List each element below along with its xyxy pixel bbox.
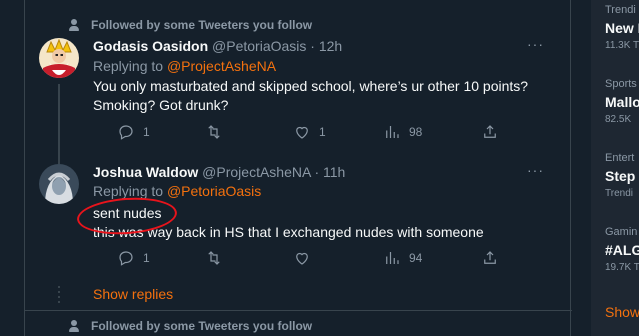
share-button[interactable] bbox=[481, 249, 499, 267]
share-icon bbox=[484, 251, 496, 264]
trends-sidebar: Trendi New I 11.3K T Sports Mallo 82.5K … bbox=[591, 0, 639, 336]
heart-icon bbox=[296, 126, 308, 139]
reply-button[interactable]: 1 bbox=[117, 249, 150, 267]
trend-item[interactable]: Sports Mallo 82.5K bbox=[605, 78, 639, 125]
retweet-button[interactable] bbox=[205, 249, 231, 267]
separator: · bbox=[310, 38, 315, 54]
timestamp[interactable]: 12h bbox=[319, 38, 342, 54]
trend-item[interactable]: Entert Step Trendi bbox=[605, 152, 635, 199]
reply-icon bbox=[119, 125, 133, 140]
more-options-icon[interactable]: ··· bbox=[527, 36, 544, 52]
reply-button[interactable]: 1 bbox=[117, 123, 150, 141]
avatar[interactable] bbox=[39, 164, 79, 204]
replying-to-handle[interactable]: @ProjectAsheNA bbox=[167, 58, 276, 74]
replying-to: Replying to @ProjectAsheNA bbox=[93, 58, 277, 74]
show-more-link[interactable]: Show bbox=[605, 304, 639, 320]
replying-to: Replying to @PetoriaOasis bbox=[93, 183, 262, 199]
show-replies-link[interactable]: Show replies bbox=[93, 286, 173, 302]
share-icon bbox=[484, 125, 496, 138]
handle[interactable]: @PetoriaOasis bbox=[212, 38, 306, 54]
trend-item[interactable]: Trendi New I 11.3K T bbox=[605, 4, 639, 51]
tweet-actions: 1 94 bbox=[93, 249, 496, 267]
tweet-card[interactable]: Followed by some Tweeters you follow God… bbox=[25, 0, 572, 164]
views-icon bbox=[386, 126, 399, 138]
more-options-icon[interactable]: ··· bbox=[527, 162, 544, 178]
trend-item[interactable]: Gamin #ALG 19.7K T bbox=[605, 226, 639, 273]
reply-count: 1 bbox=[143, 251, 150, 265]
retweet-icon bbox=[208, 251, 220, 265]
person-icon bbox=[69, 320, 79, 332]
replying-to-handle[interactable]: @PetoriaOasis bbox=[167, 183, 261, 199]
more-replies-line bbox=[58, 286, 60, 306]
tweet-text: You only masturbated and skipped school,… bbox=[93, 78, 529, 113]
reply-icon bbox=[119, 251, 133, 266]
tweet-header: Godasis Oasidon @PetoriaOasis · 12h bbox=[93, 38, 342, 54]
view-count: 98 bbox=[409, 125, 423, 139]
timestamp[interactable]: 11h bbox=[323, 164, 345, 180]
reply-count: 1 bbox=[143, 125, 150, 139]
views-button[interactable]: 98 bbox=[383, 123, 422, 141]
like-button[interactable] bbox=[293, 249, 319, 267]
tweet-header: Joshua Waldow @ProjectAsheNA · 11h bbox=[93, 164, 345, 180]
separator: · bbox=[314, 164, 320, 180]
views-button[interactable]: 94 bbox=[383, 249, 422, 267]
retweet-button[interactable] bbox=[205, 123, 231, 141]
like-button[interactable]: 1 bbox=[293, 123, 326, 141]
handle[interactable]: @ProjectAsheNA bbox=[202, 164, 310, 180]
retweet-icon bbox=[208, 125, 220, 139]
views-icon bbox=[386, 252, 399, 264]
person-icon bbox=[69, 19, 79, 31]
timeline-feed: Followed by some Tweeters you follow God… bbox=[24, 0, 572, 336]
tweet-actions: 1 1 98 bbox=[93, 123, 496, 141]
divider bbox=[25, 310, 572, 311]
like-count: 1 bbox=[319, 125, 326, 139]
social-context: Followed by some Tweeters you follow bbox=[69, 319, 312, 333]
display-name[interactable]: Joshua Waldow bbox=[93, 164, 198, 180]
heart-icon bbox=[296, 252, 308, 265]
avatar[interactable] bbox=[39, 38, 79, 78]
social-context: Followed by some Tweeters you follow bbox=[69, 18, 312, 32]
view-count: 94 bbox=[409, 251, 423, 265]
display-name[interactable]: Godasis Oasidon bbox=[93, 38, 208, 54]
share-button[interactable] bbox=[481, 123, 499, 141]
